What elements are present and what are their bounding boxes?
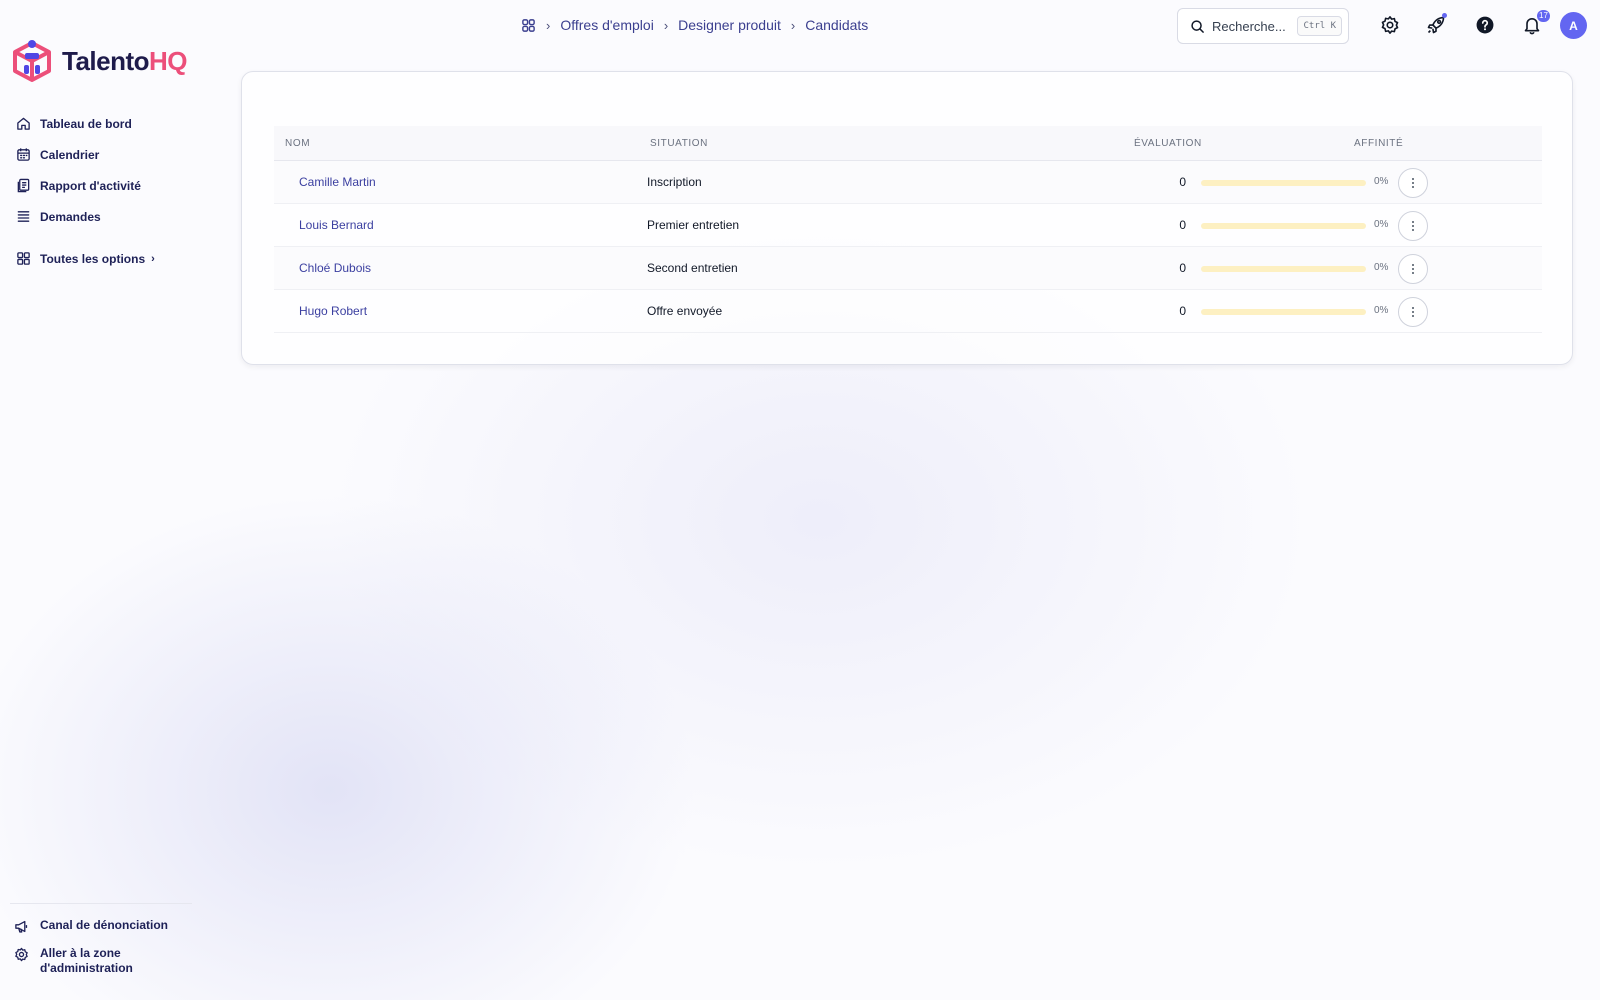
- table-row: Louis Bernard Premier entretien 0 0%: [274, 204, 1542, 247]
- chevron-right-icon: ›: [151, 252, 155, 265]
- brand-name: TalentoHQ: [62, 45, 188, 77]
- sidebar-item-label: Demandes: [40, 209, 101, 224]
- column-header-name[interactable]: NOM: [285, 138, 310, 149]
- gear-icon: [15, 947, 28, 962]
- affinity-bar: [1201, 223, 1366, 229]
- search-input[interactable]: Recherche... Ctrl K: [1177, 8, 1349, 44]
- brand-logo[interactable]: TalentoHQ: [12, 40, 188, 82]
- affinity-bar: [1201, 180, 1366, 186]
- candidates-card: NOM SITUATION ÉVALUATION AFFINITÉ Camill…: [241, 71, 1573, 365]
- affinity-percent: 0%: [1374, 219, 1389, 230]
- sidebar-item-label: Calendrier: [40, 147, 100, 162]
- settings-button[interactable]: [1378, 13, 1402, 37]
- candidates-table: NOM SITUATION ÉVALUATION AFFINITÉ Camill…: [274, 126, 1542, 333]
- sidebar: TalentoHQ Tableau de bord Calendrier Rap…: [0, 0, 200, 1000]
- sidebar-item-label: Toutes les options: [40, 251, 146, 266]
- affinity-bar: [1201, 266, 1366, 272]
- sidebar-item-all-options[interactable]: Toutes les options ›: [16, 243, 155, 274]
- sidebar-item-label: Rapport d'activité: [40, 178, 141, 193]
- candidate-situation: Inscription: [647, 175, 702, 189]
- sidebar-item-activity-report[interactable]: Rapport d'activité: [16, 170, 155, 201]
- table-row: Chloé Dubois Second entretien 0 0%: [274, 247, 1542, 290]
- calendar-icon: [17, 148, 30, 161]
- breadcrumb-job-offers[interactable]: Offres d'emploi: [560, 17, 653, 33]
- row-actions-button[interactable]: [1398, 297, 1428, 327]
- candidate-situation: Premier entretien: [647, 218, 740, 232]
- table-row: Camille Martin Inscription 0 0%: [274, 161, 1542, 204]
- gear-icon: [1381, 16, 1399, 34]
- help-button[interactable]: [1473, 13, 1497, 37]
- table-header: NOM SITUATION ÉVALUATION AFFINITÉ: [274, 126, 1542, 161]
- sidebar-bottom-nav: Canal de dénonciation Aller à la zone d'…: [14, 918, 170, 988]
- apps-icon[interactable]: [521, 18, 536, 33]
- search-placeholder: Recherche...: [1212, 18, 1286, 34]
- candidate-evaluation: 0: [1179, 304, 1186, 318]
- affinity-percent: 0%: [1374, 305, 1389, 316]
- nav-spacer: [16, 232, 155, 243]
- candidate-evaluation: 0: [1179, 175, 1186, 189]
- grid-icon: [17, 252, 30, 265]
- notifications-button[interactable]: 17: [1520, 10, 1550, 37]
- affinity-percent: 0%: [1374, 176, 1389, 187]
- search-icon: [1191, 19, 1204, 33]
- candidate-situation: Offre envoyée: [647, 304, 723, 318]
- more-vertical-icon: [1412, 264, 1414, 274]
- whats-new-button[interactable]: [1424, 13, 1448, 37]
- sidebar-item-label: Canal de dénonciation: [40, 918, 169, 932]
- candidate-evaluation: 0: [1179, 261, 1186, 275]
- sidebar-item-whistleblowing[interactable]: Canal de dénonciation: [14, 918, 170, 934]
- row-actions-button[interactable]: [1398, 254, 1428, 284]
- report-icon: [17, 178, 30, 193]
- sidebar-divider: [10, 903, 192, 904]
- more-vertical-icon: [1412, 307, 1414, 317]
- candidate-name-link[interactable]: Hugo Robert: [299, 304, 367, 318]
- user-avatar[interactable]: A: [1560, 12, 1587, 39]
- breadcrumb-candidates[interactable]: Candidats: [805, 17, 868, 33]
- more-vertical-icon: [1412, 221, 1414, 231]
- affinity-percent: 0%: [1374, 262, 1389, 273]
- breadcrumb: › Offres d'emploi › Designer produit › C…: [521, 14, 868, 36]
- candidate-evaluation: 0: [1179, 218, 1186, 232]
- sidebar-item-calendar[interactable]: Calendrier: [16, 139, 155, 170]
- column-header-situation[interactable]: SITUATION: [650, 138, 708, 149]
- search-shortcut: Ctrl K: [1297, 16, 1342, 36]
- sidebar-item-admin-zone[interactable]: Aller à la zone d'administration: [14, 946, 170, 976]
- sidebar-item-label: Tableau de bord: [40, 116, 132, 131]
- sidebar-item-requests[interactable]: Demandes: [16, 201, 155, 232]
- brand-name-accent: HQ: [149, 45, 188, 76]
- candidate-name-link[interactable]: Louis Bernard: [299, 218, 374, 232]
- breadcrumb-separator-icon: ›: [790, 17, 796, 33]
- breadcrumb-job-title[interactable]: Designer produit: [678, 17, 781, 33]
- notification-dot: [1442, 13, 1447, 18]
- affinity-bar: [1201, 309, 1366, 315]
- sidebar-item-label: Aller à la zone d'administration: [40, 946, 133, 975]
- candidate-name-link[interactable]: Chloé Dubois: [299, 261, 371, 275]
- sidebar-item-dashboard[interactable]: Tableau de bord: [16, 108, 155, 139]
- row-actions-button[interactable]: [1398, 211, 1428, 241]
- breadcrumb-separator-icon: ›: [663, 17, 669, 33]
- column-header-evaluation[interactable]: ÉVALUATION: [1134, 138, 1202, 149]
- breadcrumb-separator-icon: ›: [546, 17, 551, 33]
- rocket-icon: [1427, 16, 1445, 34]
- notification-count: 17: [1537, 10, 1550, 22]
- help-icon: [1476, 16, 1494, 34]
- more-vertical-icon: [1412, 178, 1414, 188]
- column-header-affinity[interactable]: AFFINITÉ: [1354, 138, 1403, 149]
- brand-name-main: Talento: [62, 45, 150, 76]
- megaphone-icon: [15, 920, 28, 933]
- table-row: Hugo Robert Offre envoyée 0 0%: [274, 290, 1542, 333]
- home-icon: [17, 117, 30, 130]
- sidebar-nav: Tableau de bord Calendrier Rapport d'act…: [16, 108, 155, 274]
- table-body: Camille Martin Inscription 0 0% Louis Be…: [274, 161, 1542, 333]
- list-icon: [17, 211, 30, 222]
- candidate-situation: Second entretien: [647, 261, 738, 275]
- cube-logo-icon: [13, 40, 51, 82]
- row-actions-button[interactable]: [1398, 168, 1428, 198]
- candidate-name-link[interactable]: Camille Martin: [299, 175, 376, 189]
